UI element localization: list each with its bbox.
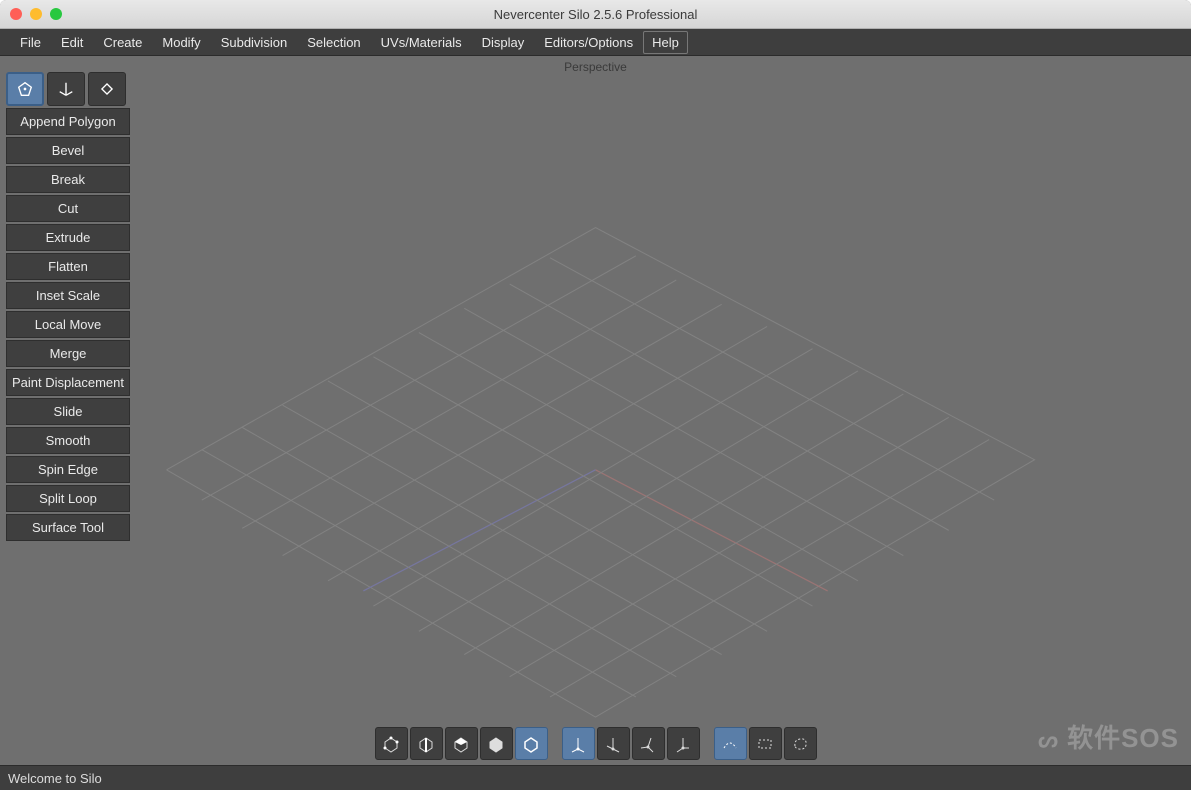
vertex-icon (381, 734, 401, 754)
selection-tool-group (714, 727, 817, 760)
tool-merge[interactable]: Merge (6, 340, 130, 367)
tool-list: Append Polygon Bevel Break Cut Extrude F… (6, 108, 130, 541)
menu-help[interactable]: Help (643, 31, 688, 54)
lasso-select-icon (790, 734, 810, 754)
axis-icon (57, 80, 75, 98)
bottom-toolbar-inner (368, 727, 824, 760)
area-select-icon (755, 734, 775, 754)
menu-modify[interactable]: Modify (152, 31, 210, 54)
face-icon (451, 734, 471, 754)
menu-selection[interactable]: Selection (297, 31, 370, 54)
tool-panel: Append Polygon Bevel Break Cut Extrude F… (6, 72, 130, 541)
axis-world-icon (568, 734, 588, 754)
tool-tab-mesh[interactable] (6, 72, 44, 106)
tool-slide[interactable]: Slide (6, 398, 130, 425)
manip-local-button[interactable] (597, 727, 630, 760)
object-mode-button[interactable] (480, 727, 513, 760)
tool-split-loop[interactable]: Split Loop (6, 485, 130, 512)
manip-normal-button[interactable] (632, 727, 665, 760)
object-icon (486, 734, 506, 754)
bottom-toolbar (0, 727, 1191, 760)
window-controls (10, 8, 62, 20)
tool-inset-scale[interactable]: Inset Scale (6, 282, 130, 309)
menu-edit[interactable]: Edit (51, 31, 93, 54)
area-select-button[interactable] (749, 727, 782, 760)
soft-select-icon (720, 734, 740, 754)
tool-paint-displacement[interactable]: Paint Displacement (6, 369, 130, 396)
tool-extrude[interactable]: Extrude (6, 224, 130, 251)
manip-world-button[interactable] (562, 727, 595, 760)
menu-uvs-materials[interactable]: UVs/Materials (371, 31, 472, 54)
tool-bevel[interactable]: Bevel (6, 137, 130, 164)
soft-select-button[interactable] (714, 727, 747, 760)
menu-subdivision[interactable]: Subdivision (211, 31, 298, 54)
vertex-mode-button[interactable] (375, 727, 408, 760)
manip-screen-button[interactable] (667, 727, 700, 760)
grid-plane (0, 56, 1191, 763)
tool-panel-tabs (6, 72, 130, 106)
axis-screen-icon (673, 734, 693, 754)
multi-mode-button[interactable] (515, 727, 548, 760)
menu-editors-options[interactable]: Editors/Options (534, 31, 643, 54)
statusbar: Welcome to Silo (0, 765, 1191, 790)
status-text: Welcome to Silo (8, 771, 102, 786)
tool-append-polygon[interactable]: Append Polygon (6, 108, 130, 135)
menu-file[interactable]: File (10, 31, 51, 54)
menubar: File Edit Create Modify Subdivision Sele… (0, 29, 1191, 56)
minimize-window-button[interactable] (30, 8, 42, 20)
viewport[interactable]: Perspective (0, 56, 1191, 765)
window-title: Nevercenter Silo 2.5.6 Professional (0, 7, 1191, 22)
tool-spin-edge[interactable]: Spin Edge (6, 456, 130, 483)
tool-smooth[interactable]: Smooth (6, 427, 130, 454)
face-mode-button[interactable] (445, 727, 478, 760)
lasso-select-button[interactable] (784, 727, 817, 760)
tool-tab-primitive[interactable] (88, 72, 126, 106)
menu-display[interactable]: Display (472, 31, 535, 54)
axis-normal-icon (638, 734, 658, 754)
axis-local-icon (603, 734, 623, 754)
close-window-button[interactable] (10, 8, 22, 20)
tool-local-move[interactable]: Local Move (6, 311, 130, 338)
app-window: Nevercenter Silo 2.5.6 Professional File… (0, 0, 1191, 790)
selection-mode-group (375, 727, 548, 760)
maximize-window-button[interactable] (50, 8, 62, 20)
mesh-icon (16, 80, 34, 98)
edge-icon (416, 734, 436, 754)
diamond-icon (98, 80, 116, 98)
tool-surface-tool[interactable]: Surface Tool (6, 514, 130, 541)
titlebar: Nevercenter Silo 2.5.6 Professional (0, 0, 1191, 29)
tool-flatten[interactable]: Flatten (6, 253, 130, 280)
tool-cut[interactable]: Cut (6, 195, 130, 222)
menu-create[interactable]: Create (93, 31, 152, 54)
edge-mode-button[interactable] (410, 727, 443, 760)
tool-break[interactable]: Break (6, 166, 130, 193)
multi-icon (521, 734, 541, 754)
tool-tab-transform[interactable] (47, 72, 85, 106)
manipulator-group (562, 727, 700, 760)
